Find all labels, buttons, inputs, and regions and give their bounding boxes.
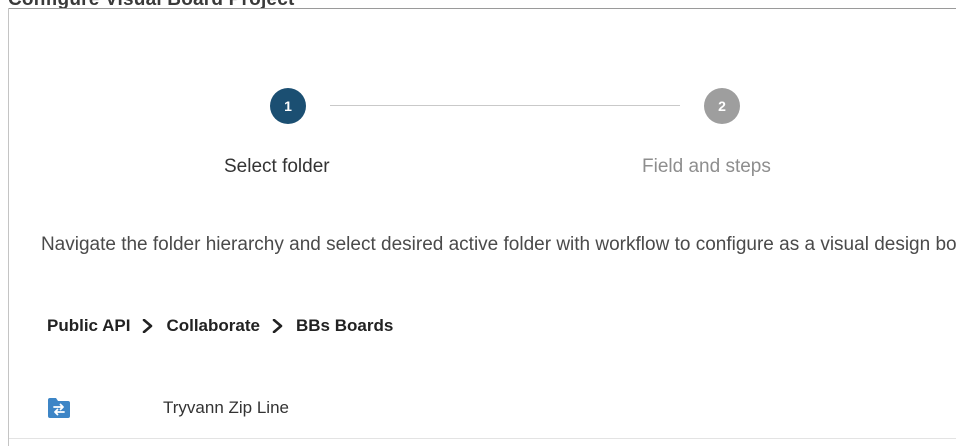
chevron-right-icon	[272, 319, 284, 333]
stepper: 1 2 Select folder Field and steps	[0, 88, 956, 188]
dialog-border	[8, 8, 956, 9]
step-2-indicator[interactable]: 2	[704, 88, 740, 124]
chevron-right-icon	[142, 319, 154, 333]
step-1-number: 1	[284, 98, 292, 114]
folder-name: Tryvann Zip Line	[163, 398, 289, 417]
breadcrumb: Public API Collaborate BBs Boards	[47, 316, 393, 336]
dialog-title: Configure Visual Board Project	[8, 0, 294, 11]
step-2-label[interactable]: Field and steps	[642, 156, 771, 178]
folder-list-item[interactable]: Tryvann Zip Line	[47, 388, 947, 428]
dialog-border-left	[8, 8, 9, 446]
step-1-indicator[interactable]: 1	[270, 88, 306, 124]
step-connector	[330, 105, 680, 106]
workflow-folder-icon	[47, 396, 71, 420]
list-divider	[9, 438, 956, 439]
step-1-label[interactable]: Select folder	[224, 156, 330, 178]
breadcrumb-item-collaborate[interactable]: Collaborate	[166, 316, 260, 336]
step-2-number: 2	[718, 98, 726, 114]
breadcrumb-item-bbs-boards[interactable]: BBs Boards	[296, 316, 393, 336]
breadcrumb-item-public-api[interactable]: Public API	[47, 316, 130, 336]
dialog: Configure Visual Board Project 1 2 Selec…	[0, 0, 956, 446]
instructions-text: Navigate the folder hierarchy and select…	[40, 234, 956, 255]
